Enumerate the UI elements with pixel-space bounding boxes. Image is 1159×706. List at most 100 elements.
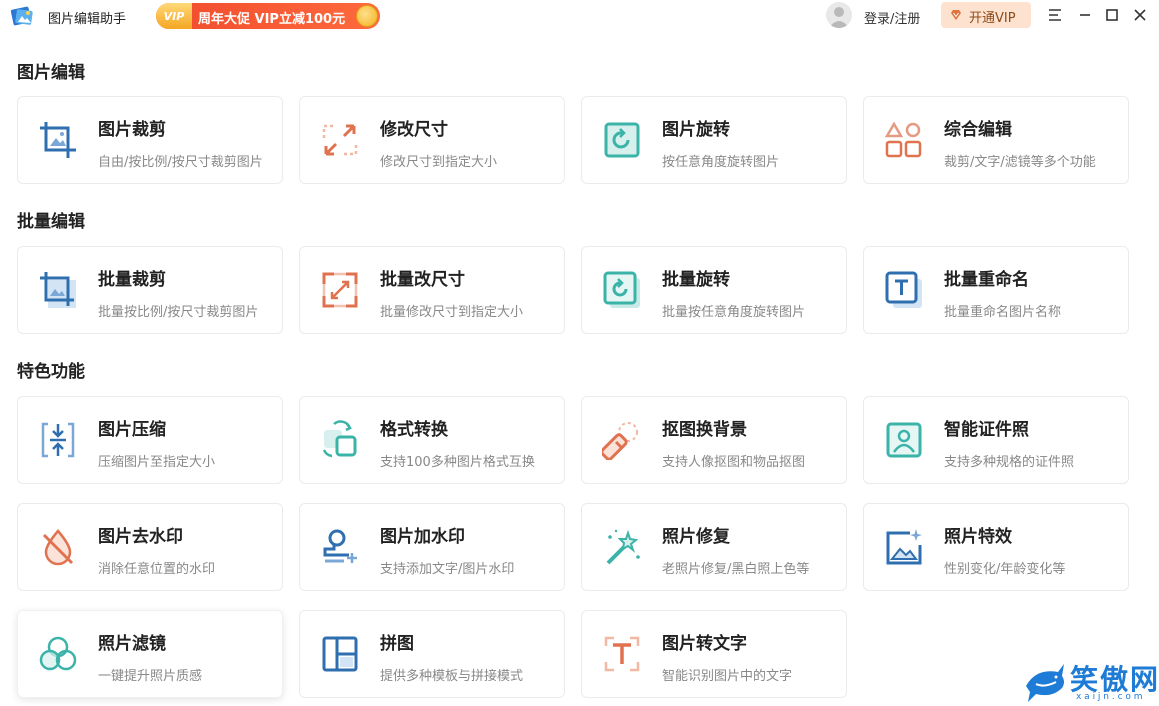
- card-desc: 批量按任意角度旋转图片: [662, 305, 806, 320]
- card-desc: 一键提升照片质感: [98, 669, 203, 684]
- batch-resize-icon: [322, 272, 358, 308]
- card-batch-rotate[interactable]: 批量旋转 批量按任意角度旋转图片: [581, 246, 847, 334]
- site-watermark: 笑傲网 x a i j n . c o m: [1022, 658, 1158, 704]
- card-resize[interactable]: 修改尺寸 修改尺寸到指定大小: [299, 96, 565, 184]
- minimize-icon: [1080, 14, 1090, 16]
- card-desc: 支持100多种图片格式互换: [380, 455, 535, 470]
- card-desc: 消除任意位置的水印: [98, 562, 216, 577]
- card-title: 拼图: [380, 634, 414, 654]
- avatar[interactable]: [826, 2, 852, 28]
- card-title: 批量旋转: [662, 270, 730, 290]
- card-add-watermark[interactable]: 图片加水印 支持添加文字/图片水印: [299, 503, 565, 591]
- filter-icon: [39, 636, 77, 671]
- card-collage[interactable]: 拼图 提供多种模板与拼接模式: [299, 610, 565, 698]
- card-title: 照片特效: [944, 527, 1012, 547]
- promo-text: 周年大促 VIP立减100元: [198, 12, 346, 27]
- app-title: 图片编辑助手: [48, 12, 127, 27]
- card-title: 图片旋转: [662, 120, 730, 140]
- section-title-batch-edit: 批量编辑: [17, 212, 85, 232]
- rotate-icon: [604, 122, 640, 158]
- batch-rotate-icon: [603, 271, 640, 308]
- card-format-convert[interactable]: 格式转换 支持100多种图片格式互换: [299, 396, 565, 484]
- card-title: 智能证件照: [944, 420, 1029, 440]
- card-title: 批量改尺寸: [380, 270, 465, 290]
- crop-icon: [40, 122, 76, 158]
- id-photo-icon: [886, 422, 922, 458]
- card-desc: 修改尺寸到指定大小: [380, 155, 498, 170]
- card-title: 批量重命名: [944, 270, 1029, 290]
- minimize-button[interactable]: [1075, 5, 1095, 25]
- card-id-photo[interactable]: 智能证件照 支持多种规格的证件照: [863, 396, 1129, 484]
- open-vip-button[interactable]: 开通VIP: [941, 2, 1031, 28]
- card-title: 图片加水印: [380, 527, 465, 547]
- promo-banner[interactable]: VIP 周年大促 VIP立减100元: [156, 3, 380, 29]
- coin-icon: [356, 5, 378, 27]
- card-desc: 支持多种规格的证件照: [944, 455, 1075, 470]
- batch-crop-icon: [40, 272, 76, 308]
- card-desc: 性别变化/年龄变化等: [944, 562, 1066, 577]
- promo-vip-badge: VIP: [156, 3, 192, 29]
- image-sparkle-icon: [886, 529, 922, 565]
- card-desc: 自由/按比例/按尺寸裁剪图片: [98, 155, 263, 170]
- card-title: 格式转换: [380, 420, 448, 440]
- card-desc: 批量修改尺寸到指定大小: [380, 305, 524, 320]
- section-title-features: 特色功能: [17, 362, 85, 382]
- open-vip-label: 开通VIP: [969, 11, 1016, 26]
- card-desc: 批量按比例/按尺寸裁剪图片: [98, 305, 259, 320]
- title-bar: 图片编辑助手 VIP 周年大促 VIP立减100元 登录/注册 开通VIP: [0, 0, 1159, 32]
- section-title-image-edit: 图片编辑: [17, 63, 85, 83]
- magic-wand-icon: [606, 529, 640, 565]
- shapes-icon: [884, 121, 922, 158]
- resize-icon: [322, 124, 358, 156]
- card-cutout-background[interactable]: 抠图换背景 支持人像抠图和物品抠图: [581, 396, 847, 484]
- close-icon: [1134, 9, 1146, 21]
- card-title: 批量裁剪: [98, 270, 166, 290]
- user-icon: [829, 7, 849, 28]
- eraser-icon: [602, 422, 638, 460]
- card-desc: 批量重命名图片名称: [944, 305, 1062, 320]
- card-title: 图片压缩: [98, 420, 166, 440]
- card-title: 修改尺寸: [380, 120, 448, 140]
- app-logo-icon: [10, 6, 33, 26]
- card-desc: 支持添加文字/图片水印: [380, 562, 515, 577]
- shark-logo-icon: [1026, 664, 1064, 702]
- menu-icon: [1049, 9, 1061, 21]
- card-remove-watermark[interactable]: 图片去水印 消除任意位置的水印: [17, 503, 283, 591]
- card-rotate[interactable]: 图片旋转 按任意角度旋转图片: [581, 96, 847, 184]
- convert-icon: [322, 420, 357, 458]
- card-image-crop[interactable]: 图片裁剪 自由/按比例/按尺寸裁剪图片: [17, 96, 283, 184]
- card-title: 照片修复: [662, 527, 730, 547]
- card-image-to-text[interactable]: 图片转文字 智能识别图片中的文字: [581, 610, 847, 698]
- card-desc: 智能识别图片中的文字: [662, 669, 793, 684]
- watermark-subtext: x a i j n . c o m: [1076, 692, 1143, 702]
- maximize-button[interactable]: [1102, 5, 1122, 25]
- compress-icon: [41, 422, 75, 458]
- card-desc: 提供多种模板与拼接模式: [380, 669, 524, 684]
- rename-icon: [885, 271, 922, 308]
- card-batch-rename[interactable]: 批量重命名 批量重命名图片名称: [863, 246, 1129, 334]
- card-title: 照片滤镜: [98, 634, 166, 654]
- card-photo-filter[interactable]: 照片滤镜 一键提升照片质感: [17, 610, 283, 698]
- close-button[interactable]: [1130, 5, 1150, 25]
- card-desc: 老照片修复/黑白照上色等: [662, 562, 810, 577]
- card-title: 图片转文字: [662, 634, 747, 654]
- card-photo-effects[interactable]: 照片特效 性别变化/年龄变化等: [863, 503, 1129, 591]
- vip-gem-icon: [951, 10, 961, 20]
- card-batch-crop[interactable]: 批量裁剪 批量按比例/按尺寸裁剪图片: [17, 246, 283, 334]
- card-desc: 按任意角度旋转图片: [662, 155, 780, 170]
- card-desc: 压缩图片至指定大小: [98, 455, 216, 470]
- card-title: 图片裁剪: [98, 120, 166, 140]
- collage-icon: [322, 636, 358, 672]
- card-batch-resize[interactable]: 批量改尺寸 批量修改尺寸到指定大小: [299, 246, 565, 334]
- add-watermark-icon: [323, 529, 357, 563]
- login-register-link[interactable]: 登录/注册: [864, 8, 920, 27]
- card-desc: 裁剪/文字/滤镜等多个功能: [944, 155, 1096, 170]
- ocr-icon: [604, 636, 640, 672]
- card-title: 综合编辑: [944, 120, 1012, 140]
- card-photo-restore[interactable]: 照片修复 老照片修复/黑白照上色等: [581, 503, 847, 591]
- menu-button[interactable]: [1045, 5, 1065, 25]
- maximize-icon: [1106, 9, 1118, 21]
- card-comprehensive-edit[interactable]: 综合编辑 裁剪/文字/滤镜等多个功能: [863, 96, 1129, 184]
- remove-watermark-icon: [42, 529, 74, 566]
- card-compress[interactable]: 图片压缩 压缩图片至指定大小: [17, 396, 283, 484]
